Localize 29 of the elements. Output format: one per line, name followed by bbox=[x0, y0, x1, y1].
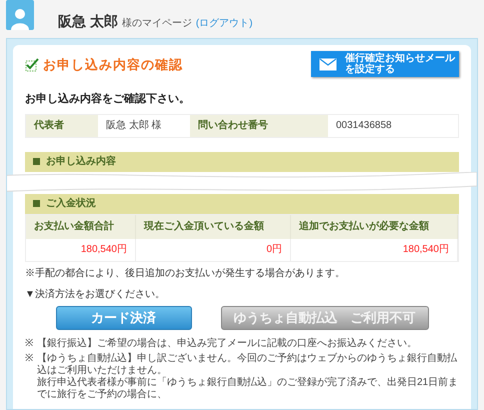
table-header-cell: 代表者 bbox=[26, 114, 98, 136]
checkbox-tick-icon bbox=[25, 58, 39, 72]
note-text: 【ゆうちょ自動払込】申し訳ございません。今回のご予約はウェブからのゆうちょ銀行自動払込はご利用いただけません。 bbox=[37, 352, 458, 376]
section-heading: お申し込み内容 bbox=[25, 152, 459, 172]
payment-method-prompt: ▼決済方法をお選びください。 bbox=[25, 288, 166, 302]
confirm-instruction: お申し込み内容をご確認下さい。 bbox=[25, 92, 191, 107]
table-header-cell: お支払い金額合計 bbox=[26, 214, 136, 238]
square-icon bbox=[33, 158, 40, 165]
my-page-label: 様のマイページ bbox=[122, 16, 192, 31]
section-heading: ご入金状況 bbox=[25, 194, 459, 214]
amount-cell: 180,540円 bbox=[26, 238, 136, 260]
logout-link[interactable]: (ログアウト) bbox=[196, 16, 253, 31]
amount-cell: 180,540円 bbox=[291, 238, 458, 260]
mail-icon bbox=[319, 58, 337, 70]
table-header-cell: 問い合わせ番号 bbox=[190, 114, 328, 136]
note-mark: ※ bbox=[25, 352, 33, 366]
mail-settings-button[interactable]: 催行確定お知らせメール を設定する bbox=[311, 51, 459, 77]
square-icon bbox=[33, 200, 40, 207]
table-header-cell: 追加でお支払いが必要な金額 bbox=[291, 214, 458, 238]
note-mark: ※ bbox=[25, 338, 33, 350]
card-payment-button[interactable]: カード決済 bbox=[56, 306, 192, 330]
amount-cell: 0円 bbox=[136, 238, 291, 260]
page-title: お申し込み内容の確認 bbox=[43, 56, 183, 74]
note-text: 旅行申込代表者様が事前に「ゆうちょ銀行自動払込」のご登録が完了済みで、出発日21日前までに旅行をご予約の場合に、 bbox=[37, 376, 459, 400]
payment-note: ※手配の都合により、後日追加のお支払いが発生する場合があります。 bbox=[25, 266, 346, 280]
note-text: 【銀行振込】ご希望の場合は、申込み完了メールに記載の口座へお振込みください。 bbox=[37, 338, 417, 350]
table-header-cell: 現在ご入金頂いている金額 bbox=[136, 214, 291, 238]
profile-icon bbox=[6, 0, 34, 30]
user-name: 阪急 太郎 bbox=[58, 12, 118, 31]
